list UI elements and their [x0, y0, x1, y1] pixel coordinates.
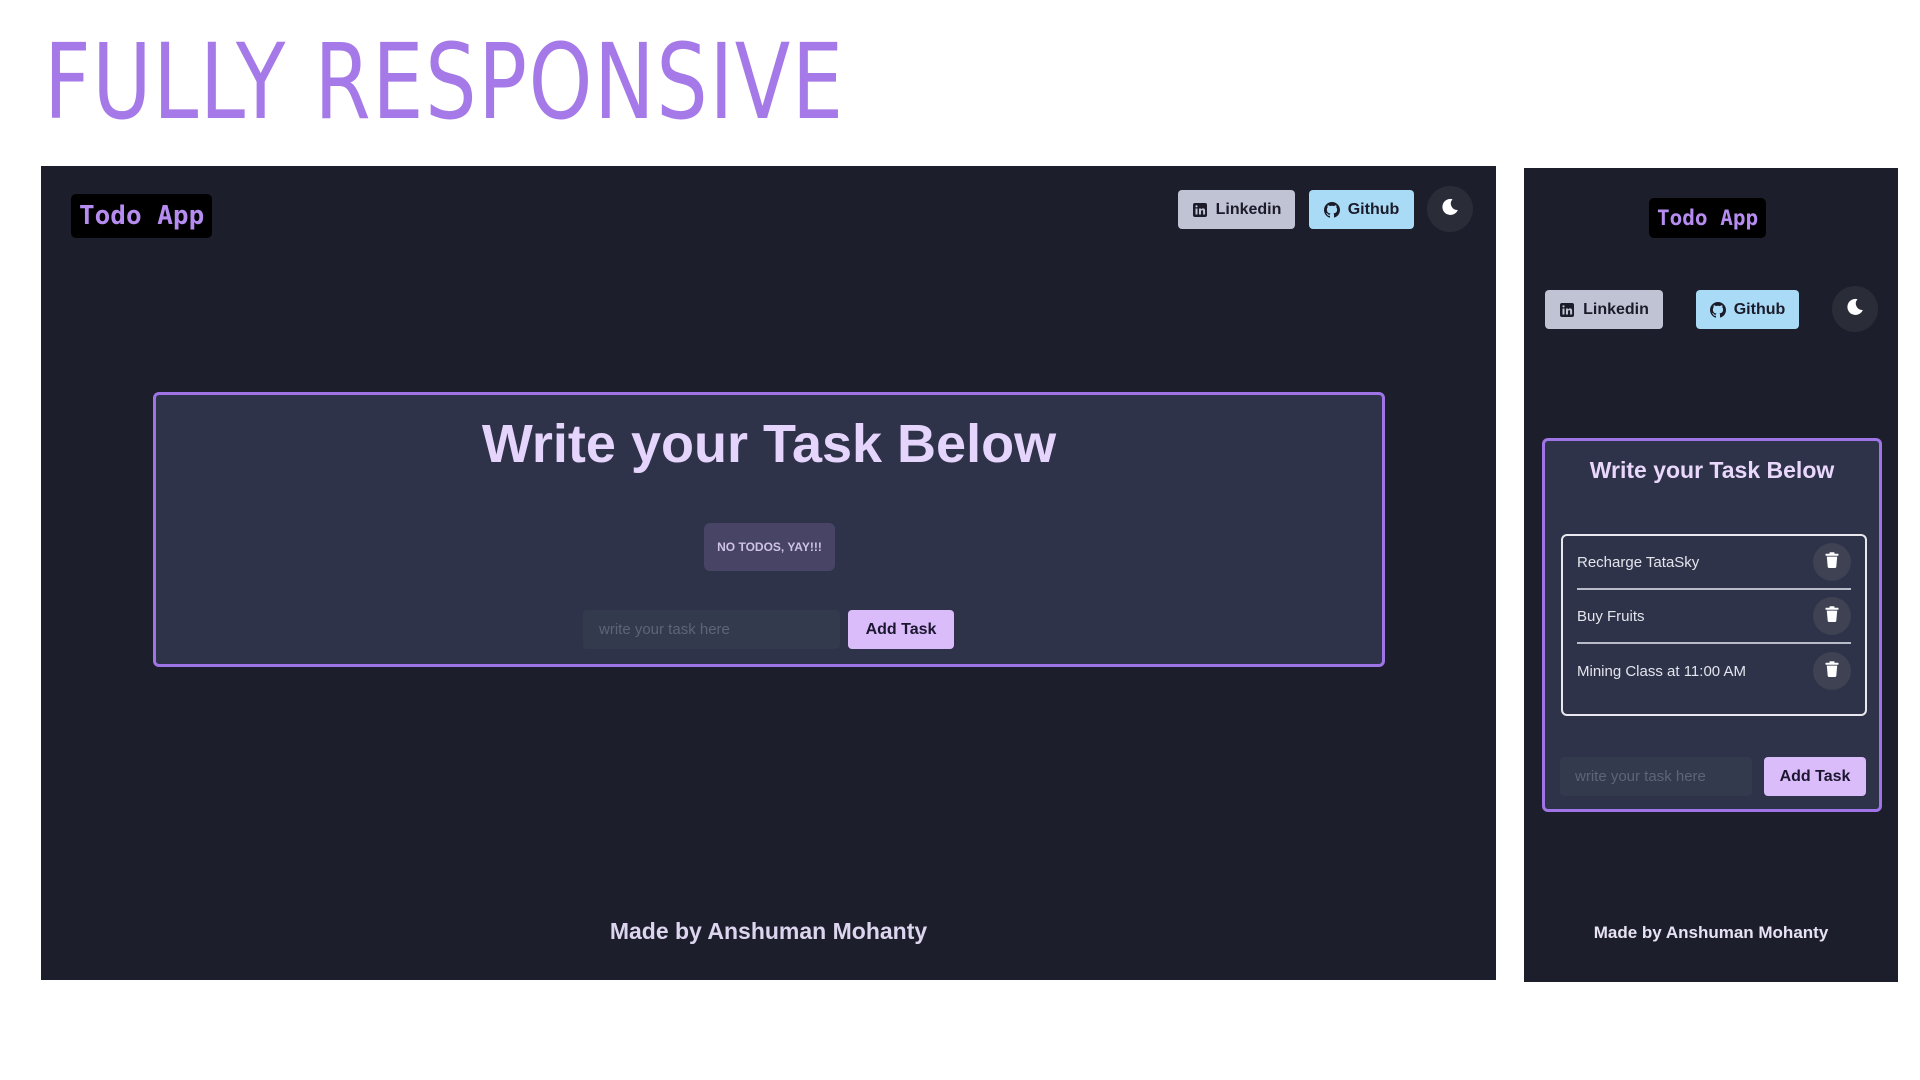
trash-icon — [1825, 606, 1839, 626]
linkedin-label: Linkedin — [1215, 200, 1282, 218]
task-title: Write your Task Below — [1589, 457, 1835, 483]
footer-credit: Made by Anshuman Mohanty — [609, 918, 928, 944]
linkedin-label: Linkedin — [1583, 300, 1649, 318]
todo-list: Recharge TataSky Buy Fruits Mining Class… — [1561, 534, 1867, 716]
footer-credit: Made by Anshuman Mohanty — [1593, 923, 1829, 942]
empty-state-badge: NO TODOS, YAY!!! — [704, 523, 835, 571]
list-item: Buy Fruits — [1577, 590, 1851, 644]
list-item: Recharge TataSky — [1577, 536, 1851, 590]
linkedin-icon — [1192, 202, 1208, 218]
task-input[interactable] — [583, 610, 840, 649]
task-card: Write your Task Below Recharge TataSky B… — [1542, 438, 1882, 812]
todo-text: Buy Fruits — [1577, 607, 1645, 625]
github-icon — [1709, 301, 1726, 318]
todo-text: Mining Class at 11:00 AM — [1577, 662, 1746, 680]
todo-text: Recharge TataSky — [1577, 553, 1700, 571]
github-button[interactable]: Github — [1309, 190, 1414, 229]
github-label: Github — [1347, 200, 1400, 218]
linkedin-button[interactable]: Linkedin — [1178, 190, 1295, 229]
task-input[interactable] — [1560, 757, 1752, 796]
task-title: Write your Task Below — [481, 414, 1057, 474]
add-task-button[interactable]: Add Task — [1764, 757, 1866, 796]
list-item: Mining Class at 11:00 AM — [1577, 644, 1851, 698]
task-card: Write your Task Below NO TODOS, YAY!!! A… — [153, 392, 1385, 667]
github-button[interactable]: Github — [1696, 290, 1799, 329]
github-icon — [1323, 201, 1340, 218]
linkedin-icon — [1559, 302, 1575, 318]
trash-icon — [1825, 552, 1839, 572]
delete-task-button[interactable] — [1813, 543, 1851, 581]
github-label: Github — [1733, 300, 1786, 318]
linkedin-button[interactable]: Linkedin — [1545, 290, 1663, 329]
page-headline: FULLY RESPONSIVE — [44, 21, 845, 143]
theme-toggle-button[interactable] — [1427, 186, 1473, 232]
delete-task-button[interactable] — [1813, 652, 1851, 690]
app-logo[interactable]: Todo App — [1649, 198, 1767, 238]
add-task-button[interactable]: Add Task — [848, 610, 954, 649]
delete-task-button[interactable] — [1813, 597, 1851, 635]
app-logo[interactable]: Todo App — [71, 194, 213, 238]
mobile-preview: Todo App Linkedin Github Write your Task… — [1524, 168, 1898, 982]
trash-icon — [1825, 661, 1839, 681]
moon-icon — [1845, 297, 1865, 322]
desktop-preview: Todo App Linkedin Github Write your Task… — [41, 166, 1496, 980]
theme-toggle-button[interactable] — [1832, 286, 1878, 332]
moon-icon — [1440, 197, 1460, 222]
